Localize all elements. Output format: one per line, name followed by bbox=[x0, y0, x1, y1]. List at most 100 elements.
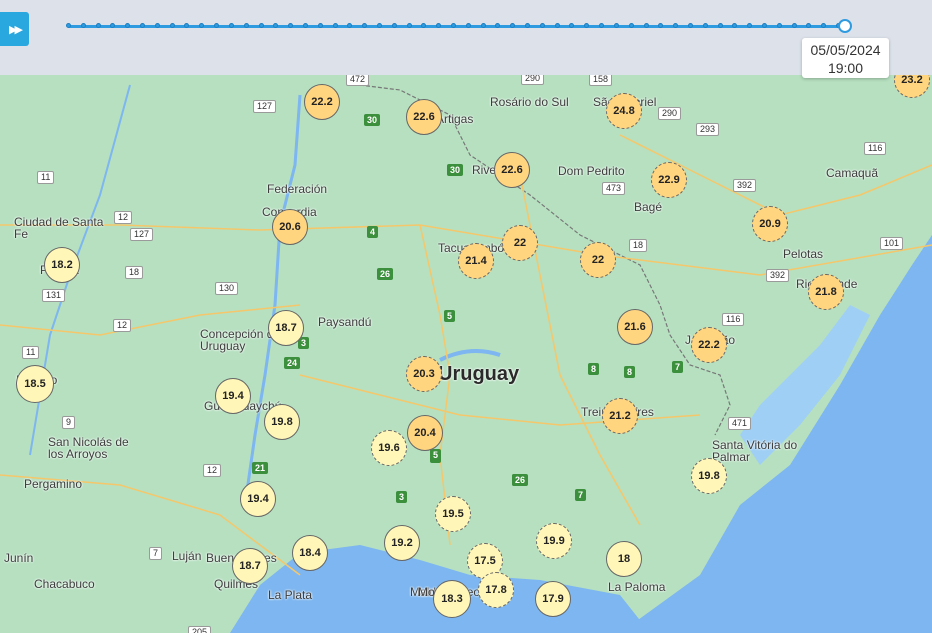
timeline-tick[interactable] bbox=[643, 23, 649, 28]
timeline-tick[interactable] bbox=[258, 23, 264, 28]
timeline-tick[interactable] bbox=[391, 23, 397, 28]
station-marker[interactable]: 20.4 bbox=[407, 415, 443, 451]
station-marker[interactable]: 21.2 bbox=[602, 398, 638, 434]
timeline-tick[interactable] bbox=[273, 23, 279, 28]
station-marker[interactable]: 18.7 bbox=[268, 310, 304, 346]
timeline-tick[interactable] bbox=[243, 23, 249, 28]
timeline-tick[interactable] bbox=[317, 23, 323, 28]
timeline-tick[interactable] bbox=[436, 23, 442, 28]
timeline-tick[interactable] bbox=[525, 23, 531, 28]
route-shield: 116 bbox=[722, 313, 745, 326]
station-marker[interactable]: 18 bbox=[606, 541, 642, 577]
timeline-tick[interactable] bbox=[791, 23, 797, 28]
station-marker[interactable]: 18.7 bbox=[232, 548, 268, 584]
timeline-tick[interactable] bbox=[199, 23, 205, 28]
timeline-tick[interactable] bbox=[776, 23, 782, 28]
timeline-tick[interactable] bbox=[406, 23, 412, 28]
timeline-tick[interactable] bbox=[569, 23, 575, 28]
station-marker[interactable]: 18.2 bbox=[44, 247, 80, 283]
timeline-tick[interactable] bbox=[584, 23, 590, 28]
timeline-tick[interactable] bbox=[732, 23, 738, 28]
station-marker[interactable]: 22.6 bbox=[494, 152, 530, 188]
route-shield: 21 bbox=[252, 462, 269, 474]
timeline-tick[interactable] bbox=[702, 23, 708, 28]
station-marker[interactable]: 21.4 bbox=[458, 243, 494, 279]
timestamp-tooltip: 05/05/2024 19:00 bbox=[802, 38, 889, 78]
timeline-tick[interactable] bbox=[761, 23, 767, 28]
timeline-tick[interactable] bbox=[539, 23, 545, 28]
route-shield: 392 bbox=[733, 179, 757, 192]
station-marker[interactable]: 17.9 bbox=[535, 581, 571, 617]
place-label: San Nicolás de los Arroyos bbox=[48, 435, 129, 461]
station-marker[interactable]: 19.2 bbox=[384, 525, 420, 561]
timeline-tick[interactable] bbox=[154, 23, 160, 28]
station-marker[interactable]: 22.2 bbox=[691, 327, 727, 363]
station-marker[interactable]: 19.9 bbox=[536, 523, 572, 559]
timeline-tick[interactable] bbox=[169, 23, 175, 28]
timeline-tick[interactable] bbox=[480, 23, 486, 28]
timeline-track[interactable] bbox=[66, 23, 845, 28]
timeline-tick[interactable] bbox=[658, 23, 664, 28]
station-marker[interactable]: 20.6 bbox=[272, 209, 308, 245]
station-marker[interactable]: 19.8 bbox=[691, 458, 727, 494]
station-marker[interactable]: 21.6 bbox=[617, 309, 653, 345]
timeline-tick[interactable] bbox=[628, 23, 634, 28]
timeline-tick[interactable] bbox=[347, 23, 353, 28]
timeline-tick[interactable] bbox=[140, 23, 146, 28]
route-shield: 116 bbox=[864, 142, 887, 155]
station-marker[interactable]: 19.5 bbox=[435, 496, 471, 532]
timeline-tick[interactable] bbox=[465, 23, 471, 28]
station-marker[interactable]: 22 bbox=[502, 225, 538, 261]
timeline-tick[interactable] bbox=[717, 23, 723, 28]
timeline-tick[interactable] bbox=[687, 23, 693, 28]
timeline-handle[interactable] bbox=[838, 19, 852, 33]
timeline-tick[interactable] bbox=[747, 23, 753, 28]
station-marker[interactable]: 19.4 bbox=[240, 481, 276, 517]
timeline-tick[interactable] bbox=[599, 23, 605, 28]
timeline-tick[interactable] bbox=[495, 23, 501, 28]
station-marker[interactable]: 20.3 bbox=[406, 356, 442, 392]
timeline-tick[interactable] bbox=[184, 23, 190, 28]
timeline-tick[interactable] bbox=[228, 23, 234, 28]
station-marker[interactable]: 21.8 bbox=[808, 274, 844, 310]
place-label: Pelotas bbox=[783, 247, 824, 261]
place-label: Camaquã bbox=[826, 166, 879, 180]
timeline-tick[interactable] bbox=[288, 23, 294, 28]
timeline-tick[interactable] bbox=[376, 23, 382, 28]
timeline-tick[interactable] bbox=[806, 23, 812, 28]
station-marker[interactable]: 22.2 bbox=[304, 84, 340, 120]
station-marker[interactable]: 18.3 bbox=[433, 580, 471, 618]
station-marker[interactable]: 19.8 bbox=[264, 404, 300, 440]
timeline-tick[interactable] bbox=[510, 23, 516, 28]
station-marker[interactable]: 18.5 bbox=[16, 365, 54, 403]
station-marker[interactable]: 18.4 bbox=[292, 535, 328, 571]
timeline-tick[interactable] bbox=[613, 23, 619, 28]
timeline-tick[interactable] bbox=[66, 23, 71, 28]
map-canvas[interactable]: Rosário do SulSão GabrielDom PedritoBagé… bbox=[0, 75, 932, 633]
timeline-tick[interactable] bbox=[362, 23, 368, 28]
station-marker[interactable]: 22.6 bbox=[406, 99, 442, 135]
station-marker[interactable]: 20.9 bbox=[752, 206, 788, 242]
timeline-tick[interactable] bbox=[673, 23, 679, 28]
station-marker[interactable]: 19.4 bbox=[215, 378, 251, 414]
station-marker[interactable]: 19.6 bbox=[371, 430, 407, 466]
fast-forward-button[interactable]: ▶▶ bbox=[0, 12, 29, 46]
timeline-tick[interactable] bbox=[554, 23, 560, 28]
station-marker[interactable]: 22.9 bbox=[651, 162, 687, 198]
route-shield: 471 bbox=[728, 417, 752, 430]
timeline-tick[interactable] bbox=[80, 23, 86, 28]
timeline-tick[interactable] bbox=[421, 23, 427, 28]
timeline-tick[interactable] bbox=[451, 23, 456, 28]
timeline-tick[interactable] bbox=[302, 23, 308, 28]
route-shield: 26 bbox=[377, 268, 394, 280]
station-marker[interactable]: 22 bbox=[580, 242, 616, 278]
timeline-tick[interactable] bbox=[125, 23, 131, 28]
route-shield: 24 bbox=[284, 357, 301, 369]
timeline-tick[interactable] bbox=[214, 23, 220, 28]
station-marker[interactable]: 17.8 bbox=[478, 572, 514, 608]
timeline-tick[interactable] bbox=[95, 23, 101, 28]
timeline-tick[interactable] bbox=[821, 23, 827, 28]
timeline-tick[interactable] bbox=[110, 23, 116, 28]
timeline-tick[interactable] bbox=[332, 23, 338, 28]
station-marker[interactable]: 24.8 bbox=[606, 93, 642, 129]
